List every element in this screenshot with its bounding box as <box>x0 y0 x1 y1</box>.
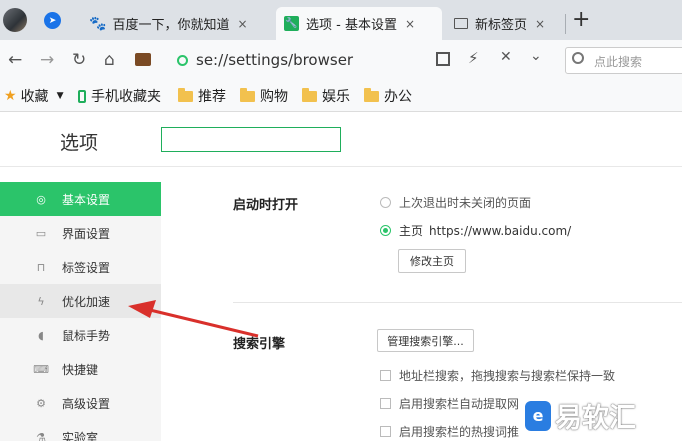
watermark-logo-icon: e <box>525 400 551 431</box>
annotation-arrow <box>128 300 259 338</box>
watermark-text: 易软汇 <box>555 403 636 434</box>
watermark: e 易软汇 <box>525 396 636 435</box>
